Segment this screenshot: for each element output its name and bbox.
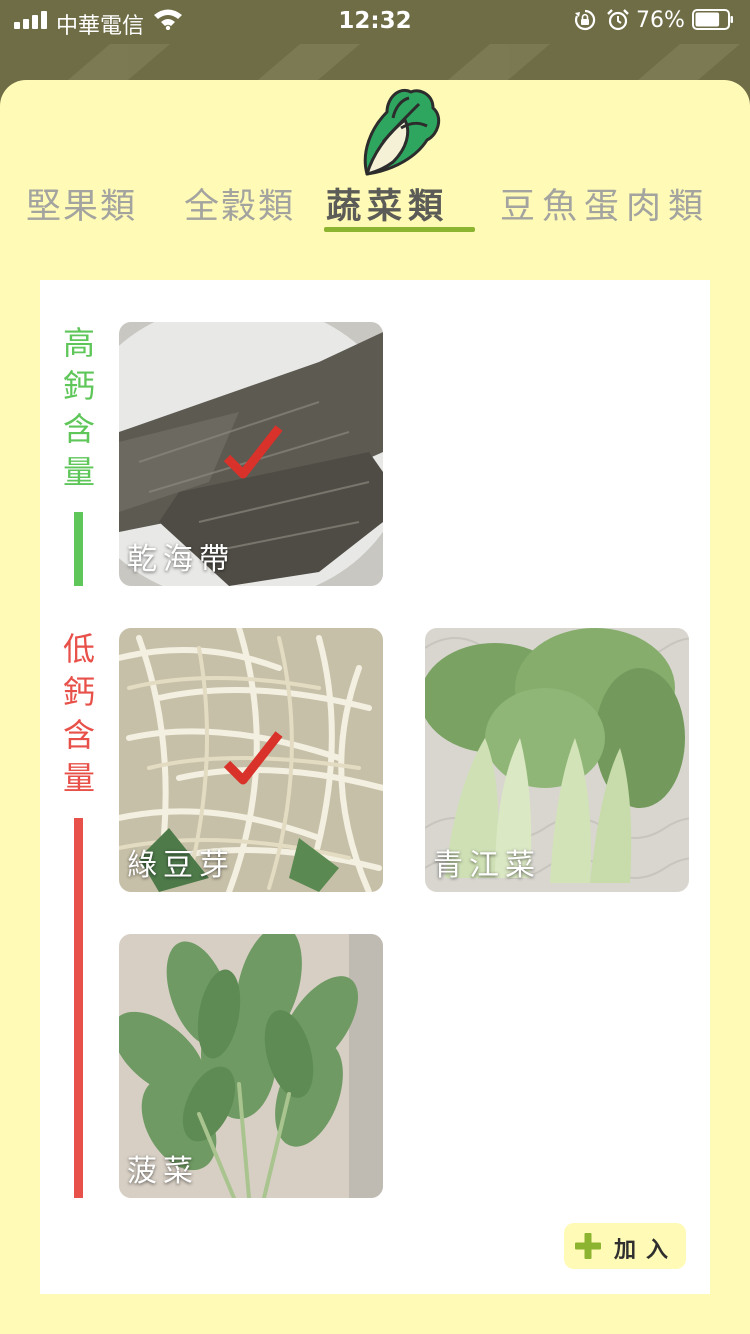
food-name: 乾海帶 (127, 542, 235, 577)
food-tile-spinach[interactable]: 菠菜 (119, 934, 383, 1198)
battery-percentage: 76% (636, 8, 685, 33)
rotation-lock-icon (574, 9, 596, 31)
low-calcium-bar (74, 818, 83, 1198)
alarm-icon (607, 9, 629, 31)
food-name: 菠菜 (127, 1154, 199, 1189)
checkmark-icon (223, 731, 283, 785)
tab-nuts[interactable]: 堅果類 (26, 178, 137, 229)
high-calcium-bar (74, 512, 83, 586)
checkmark-icon (223, 425, 283, 479)
high-calcium-label: 高鈣含量 (62, 324, 95, 491)
active-tab-indicator (324, 227, 475, 232)
food-name: 青江菜 (433, 848, 541, 883)
food-tile-mung-bean-sprouts[interactable]: 綠豆芽 (119, 628, 383, 892)
add-button[interactable]: 加入 (564, 1223, 686, 1269)
tab-vegetables[interactable]: 蔬菜類 (326, 178, 449, 229)
low-calcium-label: 低鈣含量 (62, 630, 95, 797)
status-bar: 中華電信 12:32 76% (0, 0, 750, 44)
plus-icon (575, 1233, 601, 1259)
tab-protein[interactable]: 豆魚蛋肉類 (500, 178, 710, 229)
tab-whole-grains[interactable]: 全穀類 (184, 178, 295, 229)
battery-icon (692, 9, 733, 30)
food-tile-bok-choy[interactable]: 青江菜 (425, 628, 689, 892)
food-name: 綠豆芽 (127, 848, 235, 883)
cabbage-icon (363, 89, 441, 176)
food-tile-dried-kelp[interactable]: 乾海帶 (119, 322, 383, 586)
add-button-label: 加入 (614, 1238, 679, 1263)
